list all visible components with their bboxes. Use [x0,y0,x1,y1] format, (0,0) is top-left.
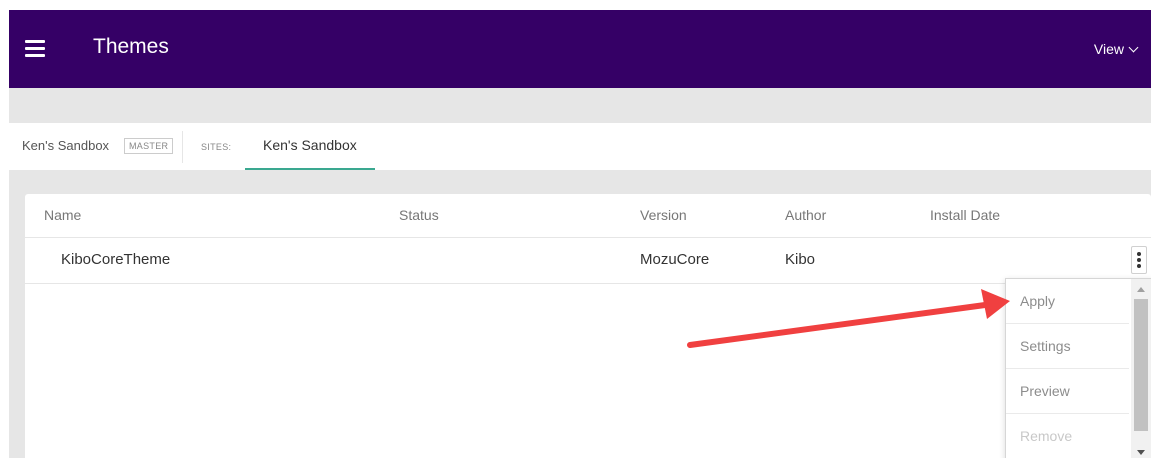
column-header-install-date[interactable]: Install Date [930,207,1000,223]
page-title: Themes [93,35,169,58]
column-header-status[interactable]: Status [399,207,439,223]
chevron-down-icon [1128,42,1139,52]
site-tab-label: Ken's Sandbox [263,137,357,153]
theme-author-cell: Kibo [785,251,816,268]
scroll-up-arrow-icon[interactable] [1137,287,1145,292]
table-row[interactable]: KiboCoreTheme MozuCore Kibo [25,238,1151,284]
column-header-version[interactable]: Version [640,207,687,223]
column-header-author[interactable]: Author [785,207,826,223]
hamburger-menu-icon[interactable] [25,40,45,57]
app-window: Themes View Ken's Sandbox MASTER SITES: … [9,10,1151,458]
theme-version-cell: MozuCore [640,251,710,268]
menu-item-label: Apply [1020,293,1056,309]
row-actions-menu: Apply Settings Preview Remove [1005,278,1151,458]
scrollbar-thumb[interactable] [1134,299,1148,431]
table-header: Name Status Version Author Install Date [25,194,1151,238]
menu-item-apply[interactable]: Apply [1006,279,1129,324]
theme-name-cell: KiboCoreTheme [61,251,171,268]
top-app-bar: Themes View [9,10,1151,88]
site-selector-bar: Ken's Sandbox MASTER SITES: Ken's Sandbo… [9,123,1151,170]
divider [182,131,183,163]
column-header-name[interactable]: Name [44,207,81,223]
menu-item-preview[interactable]: Preview [1006,369,1129,414]
menu-item-remove: Remove [1006,414,1129,458]
themes-table-card: Name Status Version Author Install Date … [25,194,1151,458]
view-dropdown-button[interactable]: View [1093,41,1139,57]
menu-item-label: Preview [1020,383,1070,399]
menu-item-label: Remove [1020,428,1073,444]
kebab-more-icon[interactable] [1131,246,1147,274]
menu-item-settings[interactable]: Settings [1006,324,1129,369]
menu-item-label: Settings [1020,338,1071,354]
master-badge: MASTER [124,138,174,154]
scroll-down-arrow-icon[interactable] [1137,450,1145,455]
site-tab-kens-sandbox[interactable]: Ken's Sandbox [245,123,375,170]
sites-label: SITES: [201,142,232,152]
menu-scrollbar[interactable] [1131,279,1151,458]
view-label: View [1093,41,1124,57]
tenant-name: Ken's Sandbox [22,138,110,153]
active-tab-indicator [245,168,375,170]
